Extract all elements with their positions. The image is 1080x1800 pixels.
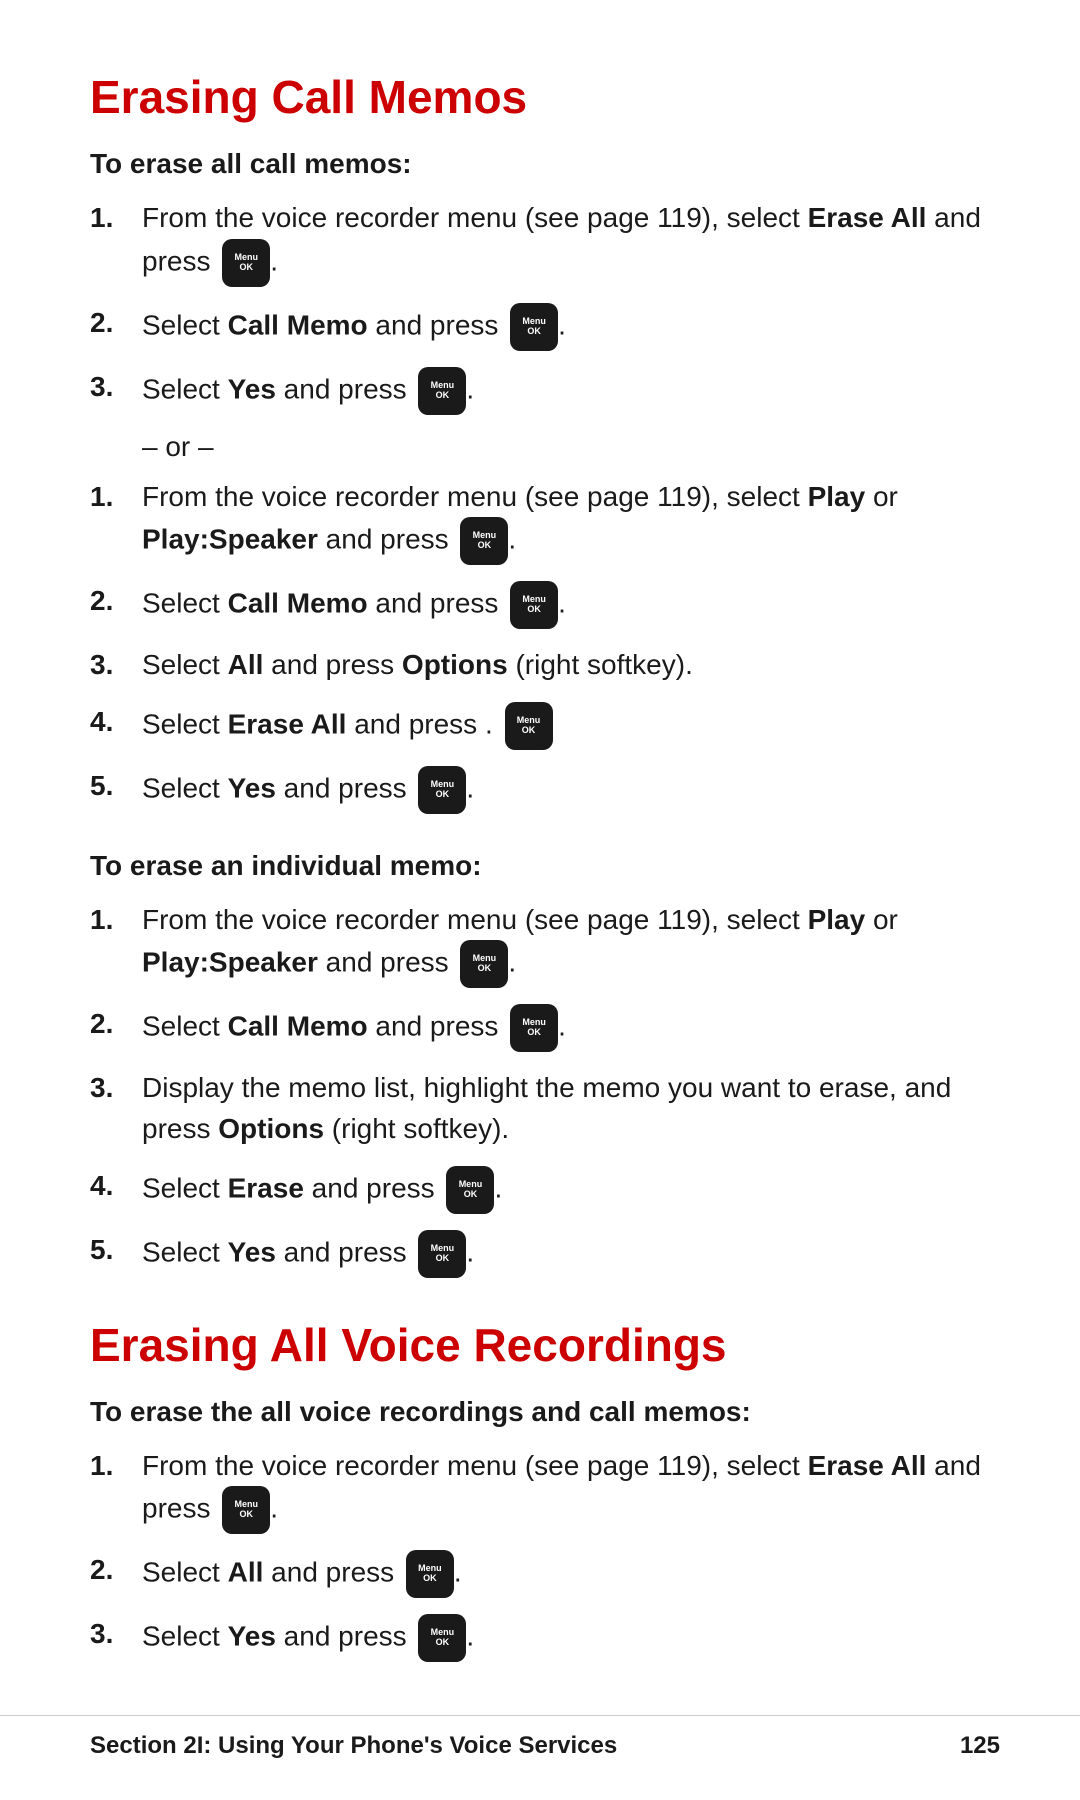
list-num: 2. xyxy=(90,303,142,344)
list-item: 5. Select Yes and press Menu OK. xyxy=(90,1230,1000,1278)
menu-ok-icon: Menu OK xyxy=(418,1230,466,1278)
list-item: 5. Select Yes and press Menu OK. xyxy=(90,766,1000,814)
list-item: 3. Select Yes and press Menu OK. xyxy=(90,1614,1000,1662)
list-content: From the voice recorder menu (see page 1… xyxy=(142,198,1000,287)
section2: Erasing All Voice Recordings To erase th… xyxy=(90,1318,1000,1663)
list-num: 2. xyxy=(90,1550,142,1591)
menu-ok-icon: Menu OK xyxy=(418,1614,466,1662)
list-item: 2. Select All and press Menu OK. xyxy=(90,1550,1000,1598)
menu-ok-icon: Menu OK xyxy=(446,1166,494,1214)
list-num: 3. xyxy=(90,645,142,686)
subsection1-header: To erase all call memos: xyxy=(90,148,1000,180)
list-num: 1. xyxy=(90,198,142,239)
menu-ok-icon: Menu OK xyxy=(505,702,553,750)
list-num: 1. xyxy=(90,900,142,941)
list-num: 3. xyxy=(90,367,142,408)
list-content: Select All and press Options (right soft… xyxy=(142,645,1000,686)
list-content: Select Erase and press Menu OK. xyxy=(142,1166,1000,1214)
menu-ok-icon: Menu OK xyxy=(418,367,466,415)
list-item: 2. Select Call Memo and press Menu OK. xyxy=(90,303,1000,351)
list-num: 5. xyxy=(90,1230,142,1271)
list-item: 1. From the voice recorder menu (see pag… xyxy=(90,1446,1000,1535)
section1-individual: To erase an individual memo: 1. From the… xyxy=(90,850,1000,1278)
list-num: 5. xyxy=(90,766,142,807)
list-num: 1. xyxy=(90,1446,142,1487)
list-num: 3. xyxy=(90,1068,142,1109)
page-container: Erasing Call Memos To erase all call mem… xyxy=(0,0,1080,1758)
list-num: 3. xyxy=(90,1614,142,1655)
list-content: From the voice recorder menu (see page 1… xyxy=(142,477,1000,566)
list-num: 4. xyxy=(90,1166,142,1207)
list-item: 4. Select Erase All and press . Menu OK xyxy=(90,702,1000,750)
voice-recordings-list: 1. From the voice recorder menu (see pag… xyxy=(90,1446,1000,1663)
list-item: 1. From the voice recorder menu (see pag… xyxy=(90,477,1000,566)
section2-subsection-header: To erase the all voice recordings and ca… xyxy=(90,1396,1000,1428)
list-content: Select Erase All and press . Menu OK xyxy=(142,702,1000,750)
footer: Section 2I: Using Your Phone's Voice Ser… xyxy=(0,1715,1080,1760)
list-content: From the voice recorder menu (see page 1… xyxy=(142,900,1000,989)
list-content: From the voice recorder menu (see page 1… xyxy=(142,1446,1000,1535)
list-item: 3. Select Yes and press Menu OK. xyxy=(90,367,1000,415)
section1-title: Erasing Call Memos xyxy=(90,70,1000,124)
list-content: Display the memo list, highlight the mem… xyxy=(142,1068,1000,1149)
list-item: 1. From the voice recorder menu (see pag… xyxy=(90,198,1000,287)
list-content: Select Call Memo and press Menu OK. xyxy=(142,581,1000,629)
list-content: Select Yes and press Menu OK. xyxy=(142,1614,1000,1662)
or-separator: – or – xyxy=(142,431,1000,463)
list-item: 1. From the voice recorder menu (see pag… xyxy=(90,900,1000,989)
list-num: 2. xyxy=(90,581,142,622)
individual-memo-list: 1. From the voice recorder menu (see pag… xyxy=(90,900,1000,1278)
list-content: Select Call Memo and press Menu OK. xyxy=(142,303,1000,351)
list-item: 4. Select Erase and press Menu OK. xyxy=(90,1166,1000,1214)
footer-page-number: 125 xyxy=(960,1732,1000,1760)
list-content: Select Call Memo and press Menu OK. xyxy=(142,1004,1000,1052)
erase-all-list2: 1. From the voice recorder menu (see pag… xyxy=(90,477,1000,814)
list-num: 1. xyxy=(90,477,142,518)
list-num: 2. xyxy=(90,1004,142,1045)
subsection2-header: To erase an individual memo: xyxy=(90,850,1000,882)
menu-ok-icon: Menu OK xyxy=(406,1550,454,1598)
list-content: Select Yes and press Menu OK. xyxy=(142,1230,1000,1278)
menu-ok-icon: Menu OK xyxy=(510,581,558,629)
menu-ok-icon: Menu OK xyxy=(222,1486,270,1534)
list-content: Select Yes and press Menu OK. xyxy=(142,367,1000,415)
list-item: 2. Select Call Memo and press Menu OK. xyxy=(90,1004,1000,1052)
section2-title: Erasing All Voice Recordings xyxy=(90,1318,1000,1372)
menu-ok-icon: Menu OK xyxy=(460,940,508,988)
menu-ok-icon: Menu OK xyxy=(460,517,508,565)
menu-ok-icon: Menu OK xyxy=(510,303,558,351)
list-content: Select All and press Menu OK. xyxy=(142,1550,1000,1598)
footer-section-label: Section 2I: Using Your Phone's Voice Ser… xyxy=(90,1732,617,1760)
menu-ok-icon: Menu OK xyxy=(510,1004,558,1052)
list-item: 3. Select All and press Options (right s… xyxy=(90,645,1000,686)
list-num: 4. xyxy=(90,702,142,743)
menu-ok-icon: Menu OK xyxy=(418,766,466,814)
list-content: Select Yes and press Menu OK. xyxy=(142,766,1000,814)
menu-ok-icon: Menu OK xyxy=(222,239,270,287)
erase-all-list: 1. From the voice recorder menu (see pag… xyxy=(90,198,1000,415)
list-item: 3. Display the memo list, highlight the … xyxy=(90,1068,1000,1149)
section1-erase-all: To erase all call memos: 1. From the voi… xyxy=(90,148,1000,814)
list-item: 2. Select Call Memo and press Menu OK. xyxy=(90,581,1000,629)
